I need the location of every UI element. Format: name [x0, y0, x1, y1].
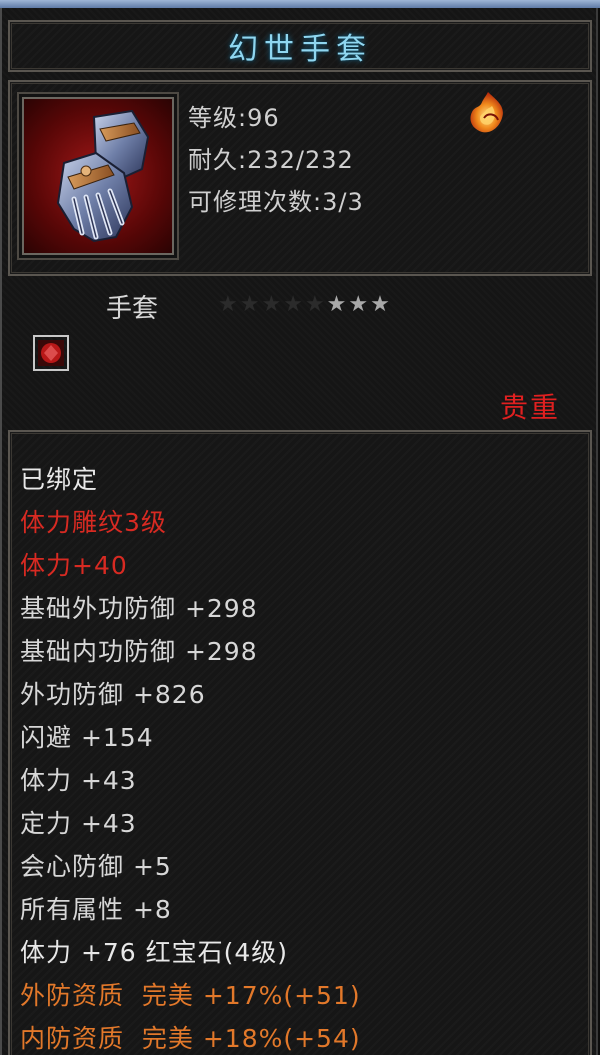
attribute-line: 基础外功防御 +298	[20, 594, 258, 623]
star-rating: ★★★★★★★★	[218, 292, 392, 317]
attribute-line: 基础内功防御 +298	[20, 637, 258, 666]
attribute-line: 所有属性 +8	[20, 895, 172, 924]
attribute-line: 体力雕纹3级	[20, 508, 167, 537]
item-repair-count: 可修理次数:3/3	[188, 188, 364, 216]
gauntlet-icon	[56, 109, 150, 243]
star-icon: ★	[348, 292, 371, 317]
star-icon: ★	[304, 292, 327, 317]
attribute-line: 体力 +43	[20, 766, 137, 795]
flame-icon	[470, 92, 503, 133]
attribute-line: 闪避 +154	[20, 723, 154, 752]
item-level: 等级:96	[188, 104, 280, 132]
star-icon: ★	[283, 292, 305, 317]
attribute-line: 体力+40	[20, 551, 128, 580]
attribute-line: 会心防御 +5	[20, 852, 172, 881]
item-name: 幻世手套	[228, 32, 372, 67]
window-top-bar	[0, 0, 600, 8]
star-icon: ★	[261, 292, 284, 317]
attribute-line: 体力 +76 红宝石(4级)	[20, 938, 289, 967]
attribute-line: 内防资质 完美 +18%(+54)	[20, 1024, 361, 1053]
star-icon: ★	[239, 292, 262, 317]
attribute-line: 已绑定	[20, 465, 99, 494]
title-panel: 幻世手套	[8, 20, 592, 72]
item-durability: 耐久:232/232	[188, 146, 354, 174]
star-icon: ★	[218, 292, 240, 317]
attribute-line: 外防资质 完美 +17%(+51)	[20, 981, 361, 1010]
gem-icon[interactable]	[32, 334, 70, 372]
star-icon: ★	[326, 292, 349, 317]
item-type: 手套	[106, 294, 159, 324]
rarity-label: 贵重	[499, 391, 560, 424]
star-icon: ★	[370, 292, 392, 317]
attribute-line: 定力 +43	[20, 809, 137, 838]
attribute-line: 外功防御 +826	[20, 680, 206, 709]
item-icon-slot[interactable]	[22, 97, 174, 255]
